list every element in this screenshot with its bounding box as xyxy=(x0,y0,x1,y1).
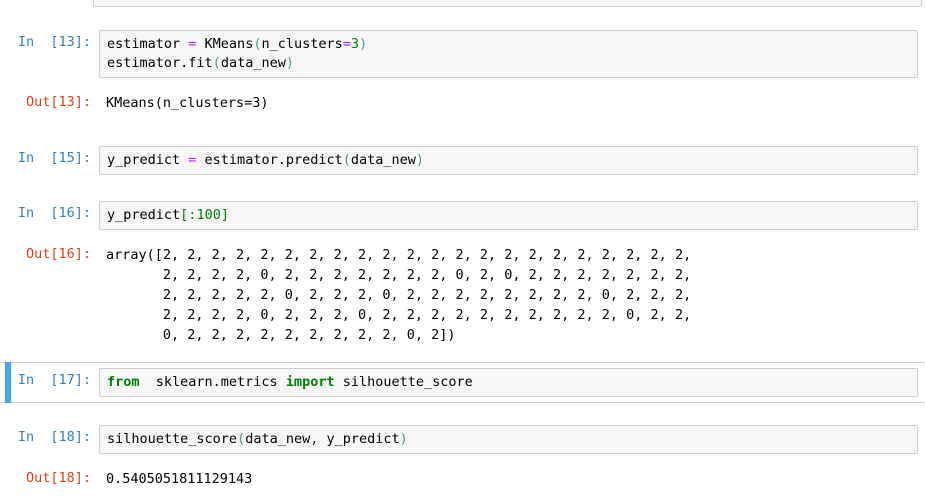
code-cell-clipped[interactable] xyxy=(0,0,925,12)
code-cell-16[interactable]: In [16]: y_predict[:100] xyxy=(0,195,925,236)
token-bracket-close: ] xyxy=(220,207,229,223)
out-prompt-16: Out[16]: xyxy=(25,246,91,262)
in-prompt-17: In [17]: xyxy=(17,372,91,388)
code-line-13-2: estimator.fit(data_new) xyxy=(107,54,911,73)
code-input-13[interactable]: estimator = KMeans(n_clusters=3) estimat… xyxy=(99,30,918,78)
in-prompt-15: In [15]: xyxy=(17,150,91,166)
code-cell-15[interactable]: In [15]: y_predict = estimator.predict(d… xyxy=(0,140,925,181)
token-method: estimator.predict xyxy=(196,152,343,168)
token-paren-close: ) xyxy=(285,55,294,71)
out-prompt-18: Out[18]: xyxy=(25,470,91,486)
code-input-18[interactable]: silhouette_score(data_new, y_predict) xyxy=(99,425,918,454)
output-area-18: 0.5405051811129143 xyxy=(99,466,921,492)
output-text-13: KMeans(n_clusters=3) xyxy=(106,95,269,111)
code-line-13-1: estimator = KMeans(n_clusters=3) xyxy=(107,35,911,54)
token-module: sklearn.metrics xyxy=(139,374,286,390)
token-paren-open: ( xyxy=(237,431,246,447)
token-args: data_new, y_predict xyxy=(245,431,400,447)
in-prompt-18: In [18]: xyxy=(17,429,91,445)
output-cell-16: Out[16]: array([2, 2, 2, 2, 2, 2, 2, 2, … xyxy=(0,236,925,354)
token-arg: data_new xyxy=(220,55,286,71)
code-input-17[interactable]: from sklearn.metrics import silhouette_s… xyxy=(99,368,918,397)
token-call: KMeans xyxy=(196,36,254,52)
output-cell-13: Out[13]: KMeans(n_clusters=3) xyxy=(0,84,925,122)
token-method: estimator.fit xyxy=(107,55,213,71)
out-prompt-13: Out[13]: xyxy=(25,94,91,110)
cell-prompt-clipped xyxy=(0,0,93,12)
token-paren-open: ( xyxy=(212,55,221,71)
token-var: estimator xyxy=(107,36,189,52)
code-cell-13[interactable]: In [13]: estimator = KMeans(n_clusters=3… xyxy=(0,24,925,84)
token-paren-close: ) xyxy=(399,431,408,447)
output-text-18: 0.5405051811129143 xyxy=(106,471,253,487)
code-line-16-1: y_predict[:100] xyxy=(107,206,911,225)
token-var: y_predict xyxy=(107,207,181,223)
output-text-16: array([2, 2, 2, 2, 2, 2, 2, 2, 2, 2, 2, … xyxy=(106,247,692,343)
code-cell-18[interactable]: In [18]: silhouette_score(data_new, y_pr… xyxy=(0,419,925,460)
notebook-canvas: In [13]: estimator = KMeans(n_clusters=3… xyxy=(0,0,925,503)
token-function: silhouette_score xyxy=(107,431,238,447)
token-arg: data_new xyxy=(350,152,416,168)
code-line-18-1: silhouette_score(data_new, y_predict) xyxy=(107,430,911,449)
token-paren-close: ) xyxy=(359,36,368,52)
token-kwarg-equals: = xyxy=(342,36,351,52)
token-keyword-from: from xyxy=(107,374,140,390)
code-cell-17[interactable]: In [17]: from sklearn.metrics import sil… xyxy=(0,362,925,403)
token-number: 3 xyxy=(350,36,360,52)
in-prompt-13: In [13]: xyxy=(17,34,91,50)
code-line-17-1: from sklearn.metrics import silhouette_s… xyxy=(107,373,911,392)
token-paren-close: ) xyxy=(415,152,425,168)
output-area-16: array([2, 2, 2, 2, 2, 2, 2, 2, 2, 2, 2, … xyxy=(99,242,921,348)
code-input-15[interactable]: y_predict = estimator.predict(data_new) xyxy=(99,146,918,175)
token-paren-open: ( xyxy=(342,152,351,168)
code-input-clipped[interactable] xyxy=(93,0,922,7)
token-var: y_predict xyxy=(107,152,189,168)
token-number: 100 xyxy=(196,207,221,223)
output-cell-18: Out[18]: 0.5405051811129143 xyxy=(0,460,925,498)
token-name: silhouette_score xyxy=(334,374,473,390)
output-area-13: KMeans(n_clusters=3) xyxy=(99,90,921,116)
code-input-16[interactable]: y_predict[:100] xyxy=(99,201,918,230)
token-arg: n_clusters xyxy=(261,36,343,52)
code-line-15-1: y_predict = estimator.predict(data_new) xyxy=(107,151,911,170)
in-prompt-16: In [16]: xyxy=(17,205,91,221)
cell-selection-bar xyxy=(5,362,11,403)
token-keyword-import: import xyxy=(285,374,335,390)
